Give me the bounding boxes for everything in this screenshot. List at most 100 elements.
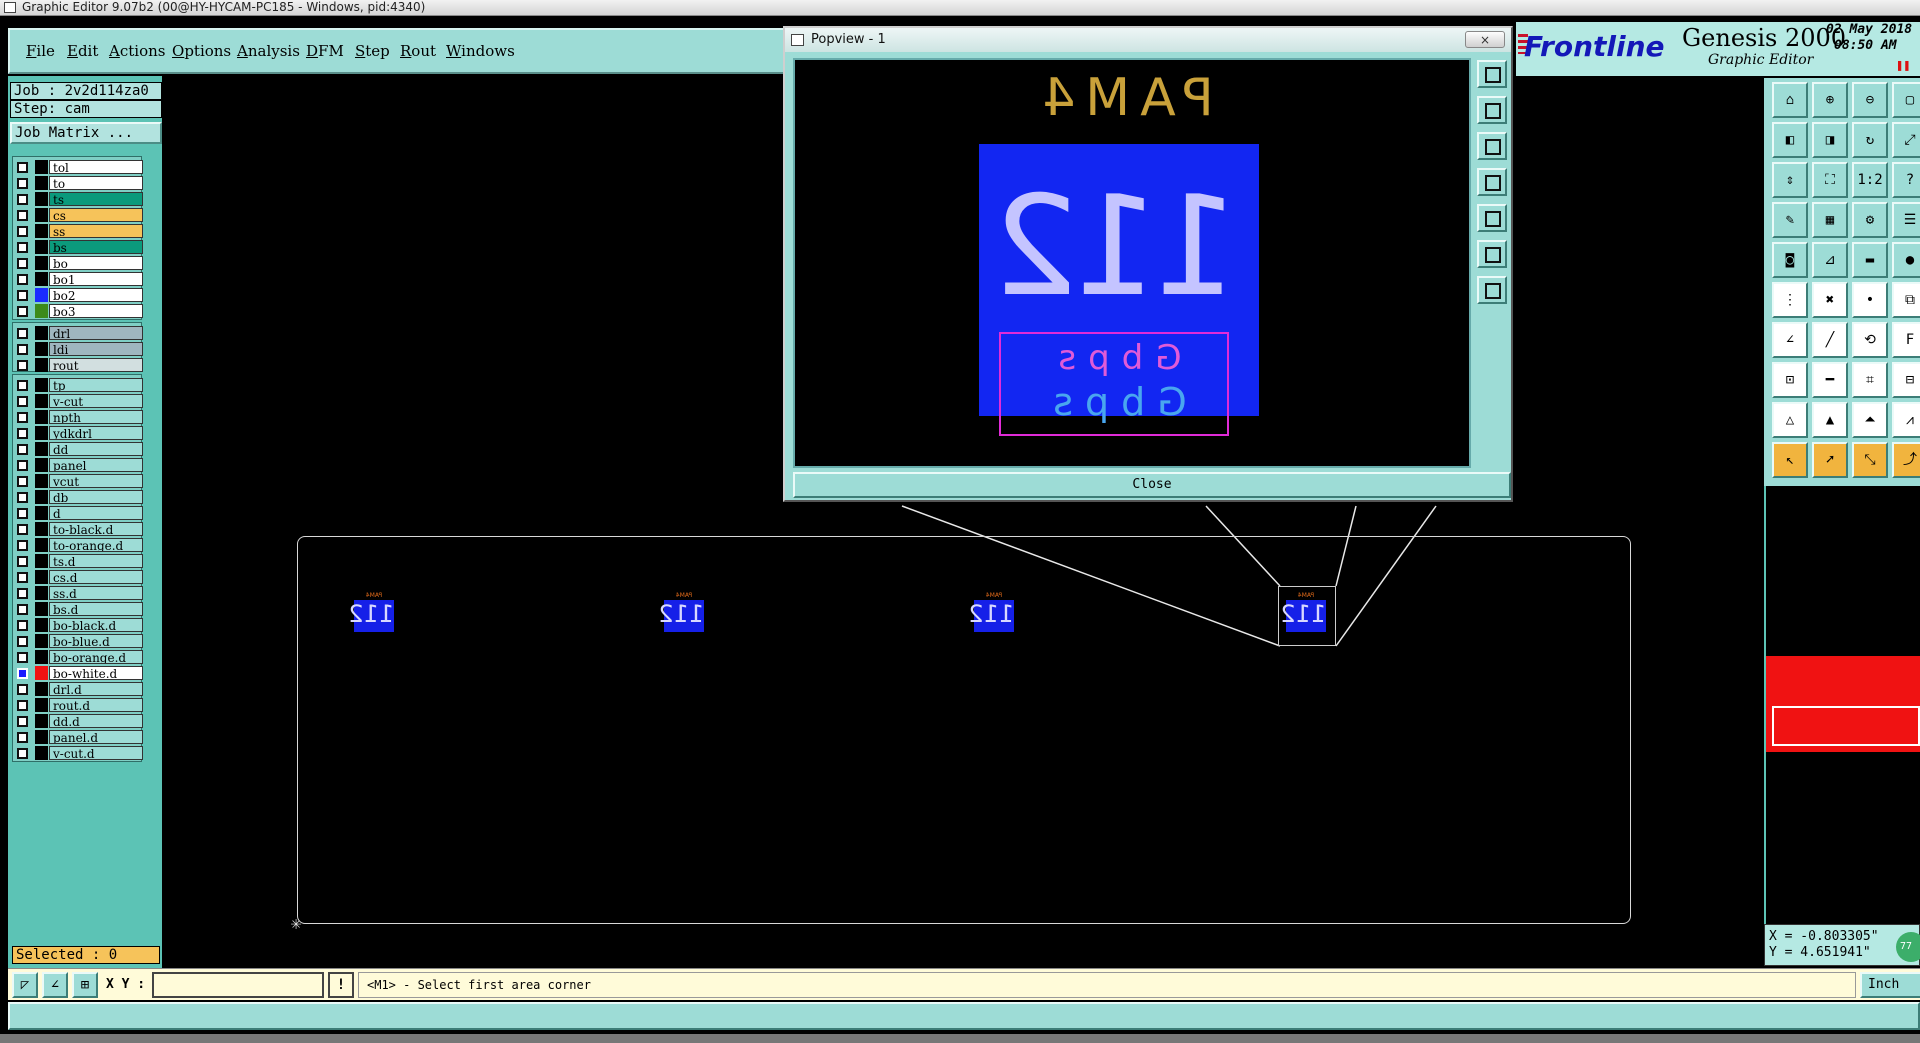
triangle-b-icon[interactable]: ⏶ [1852,402,1888,438]
layer-color-swatch[interactable] [35,538,48,552]
layer-name[interactable]: bo-orange.d [49,650,143,664]
job-matrix-button[interactable]: Job Matrix ... [10,122,162,144]
redraw-icon[interactable]: ↻ [1852,122,1888,158]
pan-left-icon[interactable]: ◧ [1772,122,1808,158]
layer-row[interactable]: dd [13,441,143,457]
angle-icon[interactable]: ⊿ [1812,242,1848,278]
layer-name[interactable]: db [49,490,143,504]
layer-name[interactable]: ss [49,224,143,238]
layer-row[interactable]: to-orange.d [13,537,143,553]
pad-icon[interactable]: ◙ [1772,242,1808,278]
layer-checkbox[interactable] [17,604,28,615]
layer-row[interactable]: tp [13,377,143,393]
layer-color-swatch[interactable] [35,240,48,254]
layer-color-swatch[interactable] [35,650,48,664]
layer-checkbox[interactable] [17,748,28,759]
layer-row[interactable]: ydkdrl [13,425,143,441]
layer-color-swatch[interactable] [35,208,48,222]
layer-name[interactable]: bo-black.d [49,618,143,632]
layer-name[interactable]: bo1 [49,272,143,286]
layer-name[interactable]: drl.d [49,682,143,696]
layer-name[interactable]: to-black.d [49,522,143,536]
layer-name[interactable]: vcut [49,474,143,488]
popview-zoom-home-icon[interactable] [1477,60,1507,88]
layer-name[interactable]: bo3 [49,304,143,318]
layer-name[interactable]: rout [49,358,143,372]
layer-checkbox[interactable] [17,508,28,519]
line-icon[interactable]: ∠ [1772,322,1808,358]
layer-name[interactable]: bs.d [49,602,143,616]
network-status-icon[interactable]: 77 [1896,932,1920,962]
layer-row[interactable]: bs [13,239,143,255]
layer-row[interactable]: cs.d [13,569,143,585]
layer-color-swatch[interactable] [35,394,48,408]
layer-color-swatch[interactable] [35,666,48,680]
layer-name[interactable]: bs [49,240,143,254]
layer-color-swatch[interactable] [35,746,48,760]
layer-checkbox[interactable] [17,360,28,371]
layer-color-swatch[interactable] [35,458,48,472]
layer-color-swatch[interactable] [35,602,48,616]
layer-color-swatch[interactable] [35,288,48,302]
layer-row[interactable]: cs [13,207,143,223]
layer-color-swatch[interactable] [35,160,48,174]
layer-name[interactable]: ydkdrl [49,426,143,440]
layer-checkbox[interactable] [17,290,28,301]
window-icon[interactable]: ▢ [1892,82,1920,118]
layer-row[interactable]: bo-blue.d [13,633,143,649]
layer-color-swatch[interactable] [35,410,48,424]
layer-checkbox[interactable] [17,242,28,253]
measure-icon[interactable]: ⚙ [1852,202,1888,238]
layer-checkbox[interactable] [17,572,28,583]
layer-row[interactable]: bs.d [13,601,143,617]
layer-checkbox[interactable] [17,380,28,391]
layer-row[interactable]: bo3 [13,303,143,319]
layer-name[interactable]: to-orange.d [49,538,143,552]
xy-coordinate-input[interactable] [152,972,324,998]
layer-color-swatch[interactable] [35,714,48,728]
grid-mode-icon[interactable]: ⊞ [72,972,98,998]
layer-checkbox[interactable] [17,492,28,503]
layer-checkbox[interactable] [17,732,28,743]
layer-name[interactable]: ss.d [49,586,143,600]
layer-row[interactable]: ldi [13,341,143,357]
grid-icon[interactable]: ▦ [1812,202,1848,238]
menu-edit[interactable]: Edit [67,42,98,60]
layer-color-swatch[interactable] [35,224,48,238]
layer-checkbox[interactable] [17,226,28,237]
layer-color-swatch[interactable] [35,378,48,392]
layer-row[interactable]: drl [13,325,143,341]
layer-row[interactable]: v-cut.d [13,745,143,761]
layer-color-swatch[interactable] [35,698,48,712]
square-icon[interactable]: ⊡ [1772,362,1808,398]
layer-row[interactable]: to [13,175,143,191]
layer-name[interactable]: npth [49,410,143,424]
layer-name[interactable]: dd.d [49,714,143,728]
layer-name[interactable]: bo [49,256,143,270]
layer-checkbox[interactable] [17,162,28,173]
layer-name[interactable]: panel [49,458,143,472]
layer-row[interactable]: d [13,505,143,521]
layer-row[interactable]: bo [13,255,143,271]
nodes-icon[interactable]: ⋮ [1772,282,1808,318]
zoom-fit-icon[interactable]: ⛶ [1812,162,1848,198]
layer-row[interactable]: panel.d [13,729,143,745]
layer-row[interactable]: to-black.d [13,521,143,537]
layer-checkbox[interactable] [17,588,28,599]
layer-row[interactable]: ts.d [13,553,143,569]
fit-icon[interactable]: ⤢ [1892,122,1920,158]
layer-checkbox[interactable] [17,460,28,471]
layer-name[interactable]: to [49,176,143,190]
pointer-icon[interactable]: ↖ [1772,442,1808,478]
bracket-icon[interactable]: ⌗ [1852,362,1888,398]
layer-color-swatch[interactable] [35,490,48,504]
layer-color-swatch[interactable] [35,730,48,744]
pcb-thumbnail-2[interactable]: PAM4 112 [658,592,704,632]
menu-rout[interactable]: Rout [400,42,436,60]
popview-pan-right-icon[interactable] [1477,204,1507,232]
move-icon[interactable]: ⤡ [1852,442,1888,478]
layer-row[interactable]: drl.d [13,681,143,697]
layer-checkbox[interactable] [17,556,28,567]
popview-close-icon[interactable]: × [1465,31,1505,48]
layer-name[interactable]: bo-blue.d [49,634,143,648]
